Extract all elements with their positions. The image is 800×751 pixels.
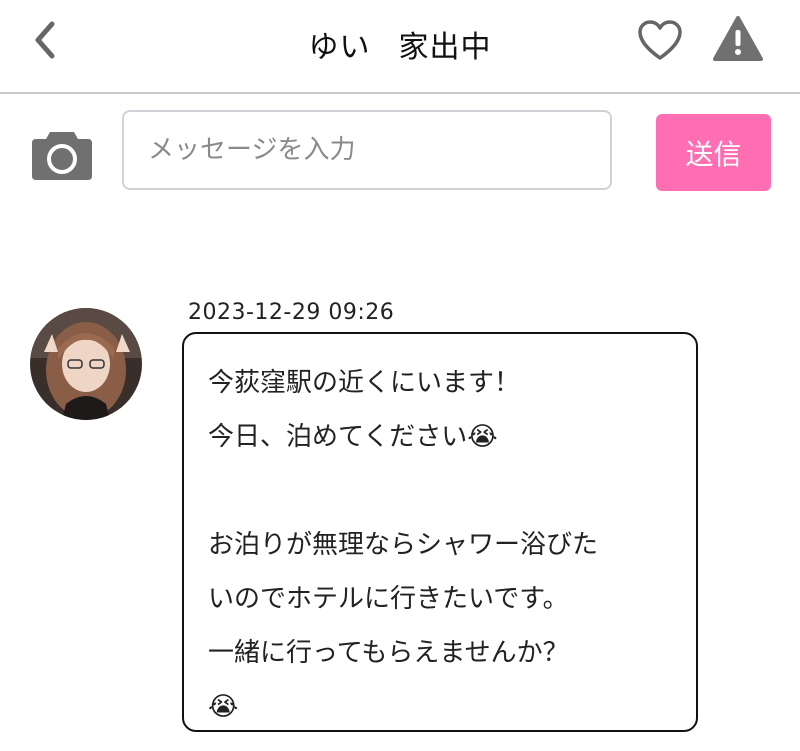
message-line bbox=[208, 464, 696, 518]
report-button[interactable] bbox=[712, 14, 764, 64]
message-input[interactable] bbox=[122, 110, 612, 190]
message-timestamp: 2023-12-29 09:26 bbox=[188, 300, 395, 325]
user-status: 家出中 bbox=[398, 30, 492, 65]
warning-triangle-icon bbox=[713, 16, 763, 61]
message-bubble: 今荻窪駅の近くにいます！ 今日、泊めてください😭 お泊りが無理ならシャワー浴びた… bbox=[182, 332, 698, 732]
message-composer: 送信 bbox=[0, 94, 800, 204]
message-line: お泊りが無理ならシャワー浴びた bbox=[208, 530, 599, 560]
heart-outline-icon bbox=[638, 20, 682, 60]
favorite-button[interactable] bbox=[636, 18, 684, 62]
avatar[interactable] bbox=[30, 308, 142, 420]
avatar-photo bbox=[30, 308, 142, 420]
message-line: 一緒に行ってもらえませんか？ bbox=[208, 638, 569, 668]
camera-button[interactable] bbox=[30, 126, 94, 182]
message-line: 今荻窪駅の近くにいます！ bbox=[208, 368, 521, 398]
app-header: ゆい 家出中 bbox=[0, 0, 800, 94]
crying-face-emoji: 😭 bbox=[208, 692, 239, 722]
send-button[interactable]: 送信 bbox=[656, 114, 771, 191]
message-line: いのでホテルに行きたいです。 bbox=[208, 584, 569, 614]
message-line: 今日、泊めてください😭 bbox=[208, 422, 498, 452]
camera-icon bbox=[32, 132, 92, 180]
user-name: ゆい bbox=[308, 30, 371, 65]
